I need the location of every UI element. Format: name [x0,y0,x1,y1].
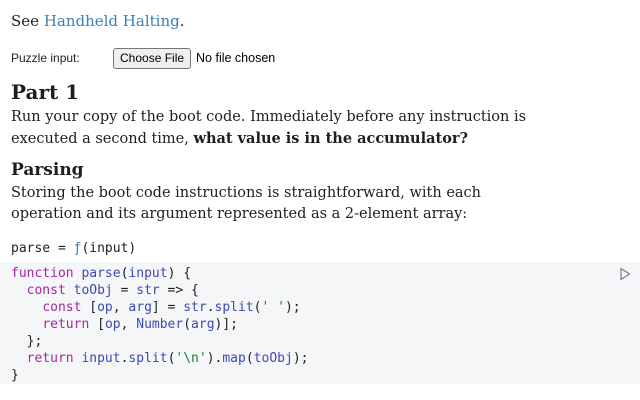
code-token: op [97,300,113,315]
code-token: ); [284,300,301,315]
code-token: return [42,317,90,332]
code-token: arg [128,300,152,315]
part-1-description: Run your copy of the boot code. Immediat… [11,107,531,150]
code-token: ); [292,351,309,366]
code-token: ] = [151,300,184,315]
run-cell-icon[interactable] [619,267,631,281]
code-token: } [11,368,19,383]
code-token: str [183,300,207,315]
part-1-heading: Part 1 [11,80,80,104]
code-token: input [128,266,168,281]
parsing-description: Storing the boot code instructions is st… [11,185,482,222]
see-reference: See Handheld Halting. [11,10,185,32]
code-token: [ [89,317,105,332]
code-token: str [136,283,160,298]
code-token: '\n' [175,351,207,366]
cell-output-header[interactable]: parse = ƒ(input) [11,240,136,258]
code-token: ). [206,351,223,366]
cell-name: parse [11,241,51,256]
code-token: Number [136,317,184,332]
code-token: toObj [253,351,293,366]
code-token: ( [245,351,254,366]
see-prefix: See [11,12,44,30]
code-token: input [81,351,121,366]
code-token: const [42,300,82,315]
part-1-question: what value is in the accumulator? [193,130,468,147]
code-token: , [120,317,137,332]
code-token: op [104,317,121,332]
code-token: }; [11,334,43,349]
code-token: [ [81,300,98,315]
code-token: ) { [167,266,192,281]
code-token: ( [253,300,262,315]
puzzle-input-label: Puzzle input: [11,51,80,65]
code-token: toObj [73,283,113,298]
code-token: map [222,351,246,366]
code-token: . [206,300,215,315]
code-token: split [214,300,254,315]
see-suffix: . [179,12,185,30]
code-token: ' ' [261,300,285,315]
code-token: => { [159,283,199,298]
code-token: ( [183,317,192,332]
code-token: const [26,283,66,298]
code-cell[interactable]: function parse(input) { const toObj = st… [0,262,640,384]
choose-file-button[interactable]: Choose File [113,47,192,69]
file-status-text: No file chosen [196,51,276,65]
code-token: parse [81,266,121,281]
code-editor[interactable]: function parse(input) { const toObj = st… [11,265,308,384]
cell-args: (input) [81,241,137,256]
code-token: function [11,266,74,281]
parsing-heading: Parsing [11,160,84,180]
handheld-halting-link[interactable]: Handheld Halting [44,12,180,30]
cell-eq: = [50,241,74,256]
code-token: split [128,351,168,366]
puzzle-input-row: Puzzle input: Choose File No file chosen [11,47,275,69]
code-token: , [112,300,129,315]
code-token: = [112,283,137,298]
code-token: arg [191,317,215,332]
code-token: return [26,351,74,366]
code-token: )]; [214,317,239,332]
